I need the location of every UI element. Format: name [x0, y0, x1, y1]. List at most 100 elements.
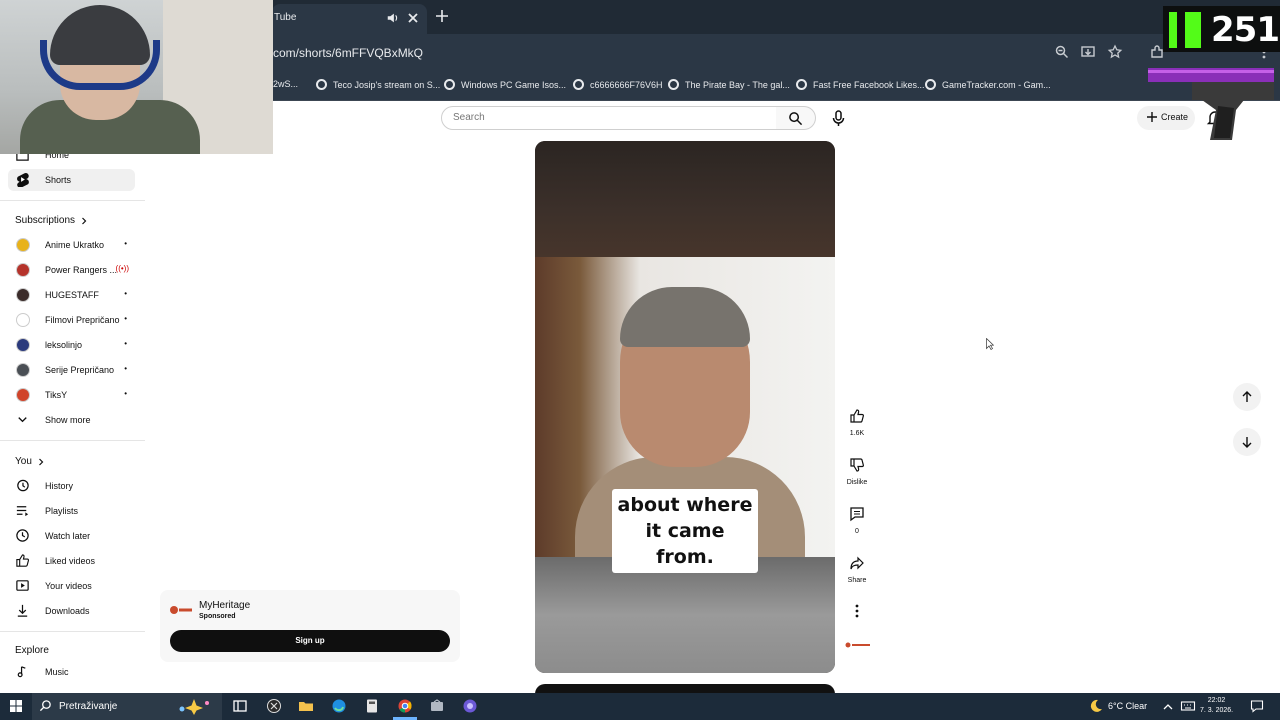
microphone-icon[interactable] [826, 106, 850, 130]
subscription-item[interactable]: Power Rangers ... ((•)) [8, 259, 135, 281]
subscription-item[interactable]: Filmovi Prepričano • [8, 309, 135, 331]
next-short-button[interactable] [1233, 428, 1261, 456]
bookmark-star-icon[interactable] [1107, 44, 1123, 60]
weather-moon-icon [1090, 699, 1102, 712]
video-person-hair [620, 287, 750, 347]
bookmark-item[interactable]: c6666666F76V6H [573, 79, 663, 90]
thumbs-up-icon [16, 554, 30, 567]
bookmark-item[interactable]: 2wS... [273, 79, 298, 89]
subscription-item[interactable]: HUGESTAFF • [8, 284, 135, 306]
new-content-dot: • [124, 289, 127, 298]
divider [0, 440, 145, 441]
task-view-icon[interactable] [232, 698, 248, 714]
playlists-icon [16, 506, 29, 517]
clock-time: 22:02 [1207, 697, 1226, 704]
browser-tab[interactable]: Tube [272, 4, 427, 34]
video-top-blur [535, 141, 835, 257]
channel-avatar [16, 363, 30, 377]
app-icon[interactable] [429, 698, 445, 714]
channel-thumbnail[interactable] [845, 640, 871, 650]
like-button[interactable]: 1.6K [844, 408, 870, 437]
sidebar-item-your-videos[interactable]: Your videos [8, 575, 135, 597]
sidebar-item-history[interactable]: History [8, 475, 135, 497]
search-button[interactable] [776, 106, 816, 130]
share-label: Share [847, 577, 867, 584]
divider [0, 200, 145, 201]
app-icon[interactable] [266, 698, 282, 714]
app-icon[interactable] [462, 698, 478, 714]
bookmark-item[interactable]: The Pirate Bay - The gal... [668, 79, 790, 90]
subscription-name: Filmovi Prepričano [45, 315, 120, 325]
taskbar-clock[interactable]: 22:02 7. 3. 2026. [1200, 696, 1233, 716]
edge-browser-icon[interactable] [331, 698, 347, 714]
zoom-icon[interactable] [1054, 44, 1070, 60]
caption-line: about where [617, 494, 753, 516]
windows-start-icon[interactable] [8, 698, 24, 714]
comments-button[interactable]: 0 [844, 506, 870, 535]
sign-up-button[interactable]: Sign up [170, 630, 450, 652]
file-explorer-icon[interactable] [298, 698, 314, 714]
short-video-player[interactable]: about where it came from. [535, 141, 835, 673]
dislike-label: Dislike [846, 479, 868, 486]
your-videos-icon [16, 580, 29, 591]
chevron-down-icon [18, 417, 27, 423]
sidebar-item-liked-videos[interactable]: Liked videos [8, 550, 135, 572]
speaker-icon[interactable] [386, 11, 400, 25]
chevron-up-icon[interactable] [1162, 701, 1174, 713]
globe-icon [316, 79, 327, 90]
url-field[interactable]: com/shorts/6mFFVQBxMkQ [273, 46, 423, 60]
download-icon [17, 604, 28, 617]
install-app-icon[interactable] [1080, 44, 1096, 60]
sidebar-item-watch-later[interactable]: Watch later [8, 525, 135, 547]
shorts-icon [17, 173, 29, 187]
globe-icon [796, 79, 807, 90]
more-options-button[interactable] [844, 603, 870, 619]
close-tab-icon[interactable] [405, 10, 421, 26]
subscription-item[interactable]: TiksY • [8, 384, 135, 406]
pistol-overlay-icon [1148, 68, 1274, 140]
bookmark-item[interactable]: Windows PC Game Isos... [444, 79, 566, 90]
sidebar-item-downloads[interactable]: Downloads [8, 600, 135, 622]
calculator-icon[interactable] [364, 698, 380, 714]
bookmark-item[interactable]: GameTracker.com - Gam... [925, 79, 1051, 90]
keyboard-icon[interactable] [1180, 698, 1196, 714]
caption-line: it came from. [645, 520, 725, 568]
myheritage-logo-icon [170, 606, 192, 614]
tab-title: Tube [274, 12, 297, 23]
you-heading[interactable]: You [15, 456, 45, 467]
chevron-right-icon [38, 458, 44, 465]
share-button[interactable]: Share [844, 555, 870, 584]
globe-icon [573, 79, 584, 90]
like-count: 1.6K [849, 430, 865, 437]
search-input[interactable]: Search [441, 106, 777, 130]
new-content-dot: • [124, 239, 127, 248]
show-more-button[interactable]: Show more [8, 409, 135, 431]
weather-label: 6°C Clear [1108, 701, 1148, 711]
sidebar: Home Shorts Subscriptions Anime Ukratko •… [0, 137, 145, 693]
clock-icon [16, 529, 29, 542]
taskbar-search-label: Pretraživanje [59, 701, 118, 712]
bookmark-item[interactable]: Fast Free Facebook Likes... [796, 79, 925, 90]
sidebar-item-shorts[interactable]: Shorts [8, 169, 135, 191]
bookmark-item[interactable]: Teco Josip's stream on S... [316, 79, 440, 90]
notification-center-icon[interactable] [1250, 699, 1264, 713]
subscription-name: Serije Prepričano [45, 365, 115, 375]
sidebar-item-music[interactable]: Music [8, 661, 135, 683]
taskbar-search-box[interactable]: Pretraživanje [32, 693, 222, 720]
chrome-icon[interactable] [397, 698, 413, 714]
dislike-button[interactable]: Dislike [844, 457, 870, 486]
divider [0, 631, 145, 632]
thumbs-up-icon [850, 409, 864, 423]
search-icon [789, 112, 803, 126]
sidebar-item-playlists[interactable]: Playlists [8, 500, 135, 522]
subscription-item[interactable]: leksolinjo • [8, 334, 135, 356]
new-content-dot: • [124, 339, 127, 348]
new-tab-icon[interactable] [434, 8, 450, 24]
mouse-cursor-icon [986, 338, 994, 350]
viewer-count: 251 [1211, 10, 1280, 50]
previous-short-button[interactable] [1233, 383, 1261, 411]
search-icon [39, 700, 51, 712]
subscription-item[interactable]: Serije Prepričano • [8, 359, 135, 381]
subscriptions-heading[interactable]: Subscriptions [15, 215, 88, 226]
subscription-item[interactable]: Anime Ukratko • [8, 234, 135, 256]
